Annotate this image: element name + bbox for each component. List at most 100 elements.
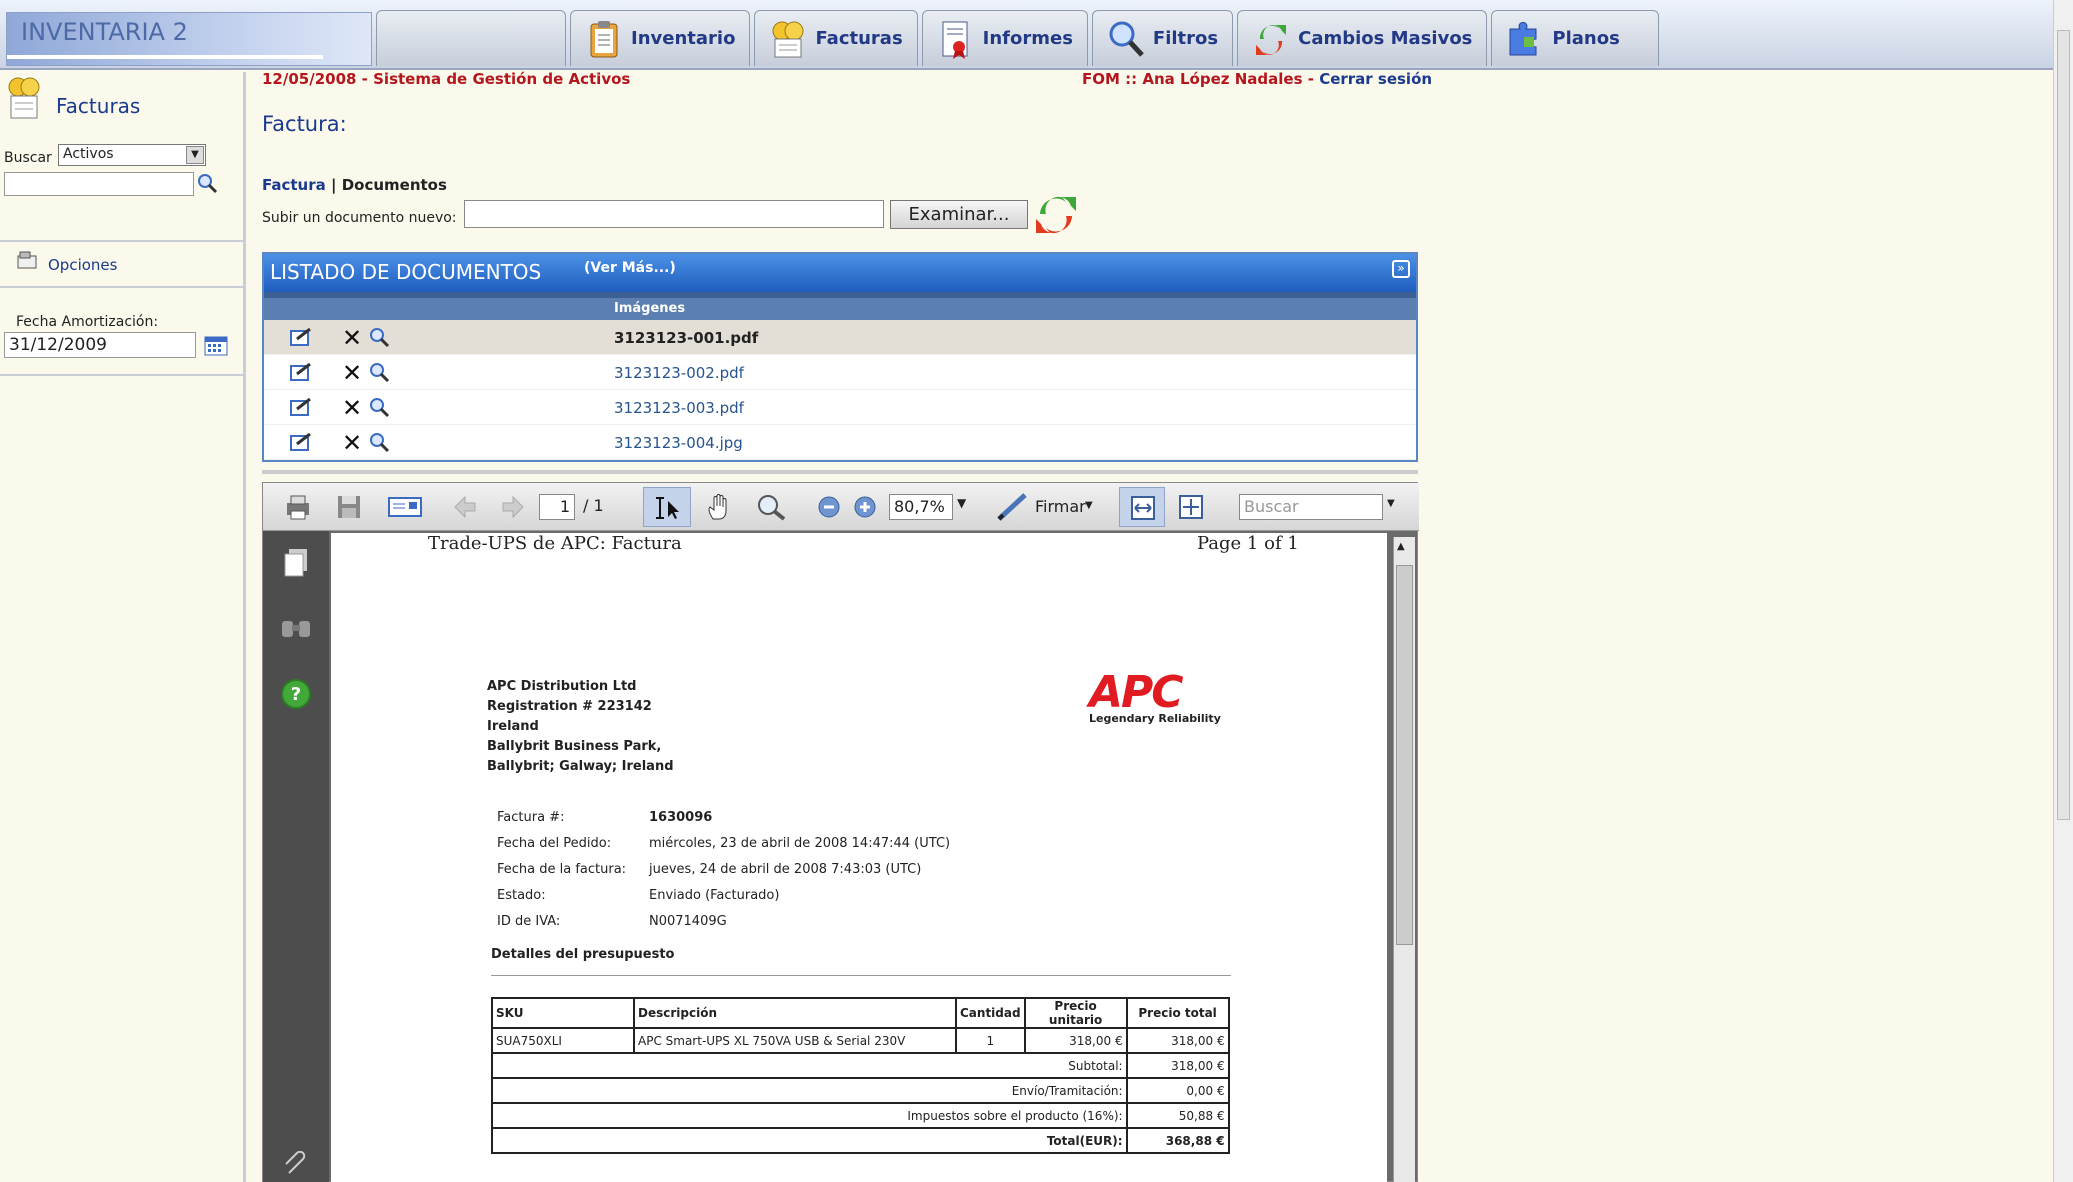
- search-icon[interactable]: [368, 361, 390, 383]
- page-title: Factura:: [262, 112, 347, 136]
- calendar-icon[interactable]: [204, 336, 228, 356]
- documents-column-header: Imágenes: [264, 292, 1416, 320]
- tab-facturas[interactable]: Facturas: [754, 10, 918, 66]
- help-icon[interactable]: ?: [279, 677, 313, 711]
- pdf-page: Trade-UPS de APC: Factura Page 1 of 1 AP…: [331, 533, 1387, 1182]
- edit-icon[interactable]: [290, 363, 312, 381]
- delete-icon[interactable]: ✕: [342, 359, 362, 387]
- logout-link[interactable]: Cerrar sesión: [1319, 70, 1432, 88]
- ver-mas-link[interactable]: (Ver Más...): [584, 260, 676, 276]
- delete-icon[interactable]: ✕: [342, 429, 362, 457]
- sign-button[interactable]: Firmar: [1035, 497, 1086, 516]
- fit-page-icon[interactable]: [1177, 493, 1205, 521]
- subtab-factura[interactable]: Factura: [262, 176, 326, 194]
- document-link[interactable]: 3123123-001.pdf: [614, 329, 758, 347]
- tab-filtros[interactable]: Filtros: [1091, 10, 1234, 66]
- top-bar: INVENTARIA 2 Inventario Facturas Informe…: [0, 0, 2073, 70]
- pdf-viewer: 1 / 1 80,7% ▼ Firmar ▼ Buscar ▼ ? Trade-…: [262, 482, 1419, 1182]
- search-dropdown-chevron-icon[interactable]: ▼: [1387, 498, 1395, 509]
- document-link[interactable]: 3123123-003.pdf: [614, 399, 744, 417]
- previous-page-icon[interactable]: [453, 493, 479, 521]
- save-icon[interactable]: [335, 493, 363, 521]
- tab-inventario[interactable]: Inventario: [570, 10, 751, 66]
- zoom-in-icon[interactable]: [853, 493, 877, 521]
- binoculars-icon[interactable]: [279, 615, 313, 641]
- meta-row: Fecha del Pedido: miércoles, 23 de abril …: [497, 835, 951, 851]
- table-row[interactable]: ✕ 3123123-003.pdf: [264, 390, 1416, 425]
- search-icon[interactable]: [368, 396, 390, 418]
- table-row[interactable]: ✕ 3123123-004.jpg: [264, 425, 1416, 460]
- zoom-out-icon[interactable]: [817, 493, 841, 521]
- svg-text:?: ?: [291, 684, 301, 705]
- edit-icon[interactable]: [290, 398, 312, 416]
- invoice-title: Trade-UPS de APC: Factura: [428, 533, 682, 554]
- hand-tool-icon[interactable]: [705, 493, 735, 521]
- pdf-search-input[interactable]: Buscar: [1239, 494, 1383, 520]
- fit-width-button[interactable]: [1119, 487, 1165, 527]
- delete-icon[interactable]: ✕: [342, 324, 362, 352]
- table-row[interactable]: ✕ 3123123-001.pdf: [264, 320, 1416, 355]
- fecha-amortizacion-input[interactable]: 31/12/2009: [4, 332, 196, 358]
- documents-header: LISTADO DE DOCUMENTOS (Ver Más...) »: [264, 254, 1416, 292]
- table-row[interactable]: ✕ 3123123-002.pdf: [264, 355, 1416, 390]
- collapse-icon[interactable]: »: [1392, 260, 1410, 278]
- document-link[interactable]: 3123123-002.pdf: [614, 364, 744, 382]
- summary-row: Subtotal: 318,00 €: [491, 1052, 1230, 1079]
- upload-file-input[interactable]: [464, 200, 884, 228]
- divider: [262, 470, 1418, 474]
- header-user: FOM :: Ana López Nadales - Cerrar sesión: [1082, 70, 1433, 88]
- fit-width-icon: [1131, 496, 1155, 520]
- sidebar: Facturas Buscar Activos ▼ Opciones Fecha…: [0, 72, 246, 1182]
- user-name: FOM :: Ana López Nadales: [1082, 70, 1303, 88]
- subtab-documentos[interactable]: Documentos: [342, 176, 447, 194]
- meta-row: ID de IVA: N0071409G: [497, 913, 727, 929]
- scroll-up-icon[interactable]: ▲: [1397, 541, 1405, 552]
- sidebar-title: Facturas: [56, 94, 141, 118]
- refresh-arrows-icon[interactable]: [1032, 192, 1080, 236]
- page-number-input[interactable]: 1: [539, 494, 575, 520]
- company-address: APC Distribution Ltd Registration # 22314…: [487, 677, 674, 777]
- email-icon[interactable]: [387, 493, 423, 521]
- subtabs: Factura | Documentos: [262, 176, 447, 194]
- print-icon[interactable]: [283, 493, 313, 521]
- zoom-tool-icon[interactable]: [755, 493, 787, 521]
- invoice-meta: Factura #: 1630096 Fecha del Pedido: miérco…: [495, 803, 952, 935]
- buscar-select[interactable]: Activos ▼: [58, 144, 206, 166]
- next-page-icon[interactable]: [499, 493, 525, 521]
- page-total: / 1: [583, 496, 604, 515]
- pdf-scroll-thumb[interactable]: [1396, 565, 1413, 945]
- search-icon[interactable]: [368, 326, 390, 348]
- tab-informes[interactable]: Informes: [921, 10, 1088, 66]
- coins-icon: [8, 77, 40, 119]
- refresh-arrows-icon: [1256, 24, 1287, 55]
- header-date: 12/05/2008: [262, 70, 357, 88]
- tab-cambios-masivos[interactable]: Cambios Masivos: [1237, 10, 1488, 66]
- window-scrollbar[interactable]: [2053, 0, 2073, 1182]
- pdf-scrollbar[interactable]: ▲: [1393, 537, 1415, 1182]
- search-icon[interactable]: [196, 172, 218, 194]
- document-link[interactable]: 3123123-004.jpg: [614, 434, 743, 452]
- sidebar-search-section: Facturas Buscar Activos ▼: [0, 72, 243, 242]
- search-input[interactable]: [4, 172, 194, 196]
- tab-planos[interactable]: Planos: [1491, 10, 1660, 66]
- edit-icon[interactable]: [290, 433, 312, 451]
- opciones-link[interactable]: Opciones: [48, 256, 117, 274]
- meta-row: Fecha de la factura: jueves, 24 de abril …: [497, 861, 922, 877]
- browse-button[interactable]: Examinar...: [890, 200, 1028, 229]
- select-tool-button[interactable]: [643, 487, 691, 527]
- pen-icon[interactable]: [995, 493, 1031, 521]
- meta-row: Factura #: 1630096: [497, 809, 713, 825]
- report-icon: [942, 21, 968, 59]
- edit-icon[interactable]: [290, 328, 312, 346]
- chevron-down-icon[interactable]: ▼: [186, 146, 204, 164]
- pages-icon[interactable]: [281, 547, 311, 579]
- paperclip-icon[interactable]: [283, 1151, 309, 1177]
- nav-spacer: [376, 10, 566, 66]
- sign-dropdown-chevron-icon[interactable]: ▼: [1085, 500, 1093, 511]
- zoom-dropdown-chevron-icon[interactable]: ▼: [957, 496, 966, 510]
- delete-icon[interactable]: ✕: [342, 394, 362, 422]
- search-icon[interactable]: [368, 431, 390, 453]
- zoom-level-input[interactable]: 80,7%: [889, 494, 953, 520]
- fecha-amortizacion-label: Fecha Amortización:: [16, 314, 159, 330]
- items-header-row: SKU Descripción Cantidad Precio unitario…: [491, 997, 1230, 1029]
